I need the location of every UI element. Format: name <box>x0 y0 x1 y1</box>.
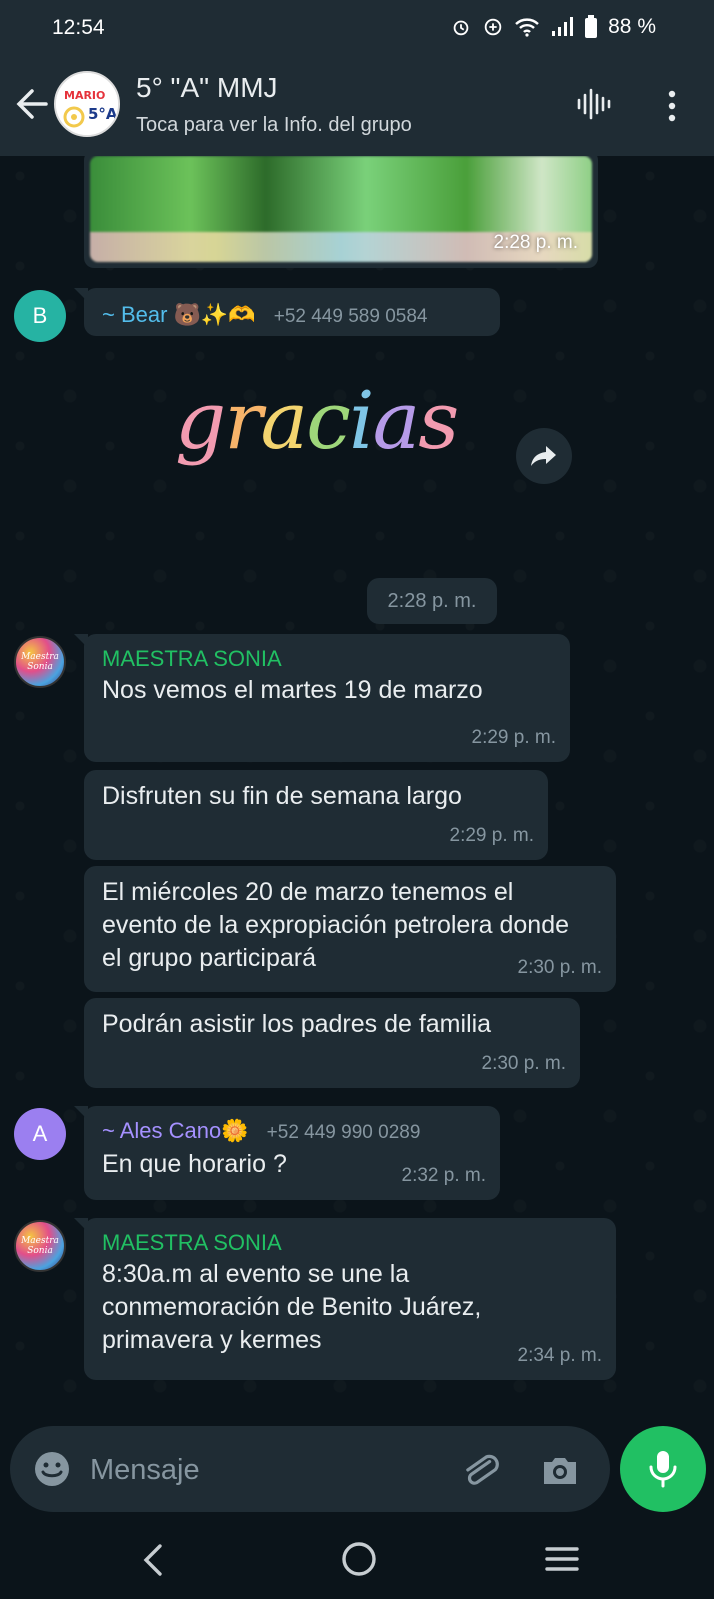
message-text: El miércoles 20 de marzo tenemos el even… <box>102 878 570 972</box>
message-bubble[interactable]: Disfruten su fin de semana largo 2:29 p.… <box>84 770 548 860</box>
message-text: 8:30a.m al evento se une la conmemoració… <box>102 1260 482 1354</box>
chat-header[interactable]: MARIO 5°A 5° "A" MMJ Toca para ver la In… <box>0 56 714 156</box>
sticker-letter: a <box>372 374 421 467</box>
sender-label-bubble[interactable]: ~ Bear 🐻✨🫶 +52 449 589 0584 <box>74 288 500 336</box>
message-text: En que horario ? <box>102 1150 287 1178</box>
mic-icon <box>649 1451 677 1488</box>
message-time: 2:29 p. m. <box>449 825 535 846</box>
back-arrow-icon[interactable] <box>14 84 50 124</box>
sender-name[interactable]: ~ Bear 🐻✨🫶 <box>102 302 256 327</box>
status-bar: 12:54 88 % <box>0 0 714 56</box>
nav-back-icon[interactable] <box>138 1542 168 1578</box>
nav-recent-icon[interactable] <box>544 1544 580 1574</box>
sender-phone: +52 449 990 0289 <box>266 1122 421 1143</box>
group-title[interactable]: 5° "A" MMJ <box>136 72 278 104</box>
message-bubble[interactable]: Podrán asistir los padres de familia 2:3… <box>84 998 580 1088</box>
group-subtitle[interactable]: Toca para ver la Info. del grupo <box>136 114 412 137</box>
message-bubble[interactable]: MAESTRA SONIA Nos vemos el martes 19 de … <box>74 634 570 762</box>
sticker-letter: i <box>348 374 375 467</box>
forward-icon <box>531 446 556 466</box>
camera-icon[interactable] <box>538 1448 582 1492</box>
message-time: 2:34 p. m. <box>517 1345 603 1366</box>
status-time: 12:54 <box>52 16 105 39</box>
message-text: Disfruten su fin de semana largo <box>102 782 462 810</box>
message-text: Podrán asistir los padres de familia <box>102 1010 492 1038</box>
sender-name[interactable]: ~ Ales Cano🌼 <box>102 1118 249 1143</box>
alarm-icon <box>453 20 469 36</box>
avatar[interactable]: A <box>14 1108 66 1160</box>
battery-icon <box>585 15 598 38</box>
gracias-sticker[interactable]: gracias <box>175 374 459 467</box>
forward-button[interactable] <box>516 428 572 484</box>
attach-clip-icon[interactable] <box>458 1448 502 1492</box>
more-vert-icon[interactable] <box>662 86 682 126</box>
message-text: Nos vemos el martes 19 de marzo <box>102 676 483 704</box>
data-saver-icon <box>484 18 502 36</box>
chat-area[interactable]: 2:28 p. m. B ~ Bear 🐻✨🫶 +52 449 589 0584 … <box>0 156 714 1418</box>
message-time: 2:28 p. m. <box>493 232 579 253</box>
message-composer <box>10 1426 610 1512</box>
avatar-letter: A <box>32 1121 48 1146</box>
message-time: 2:30 p. m. <box>517 957 603 978</box>
sender-phone: +52 449 589 0584 <box>273 306 428 327</box>
avatar[interactable]: B <box>14 290 66 342</box>
group-avatar[interactable]: MARIO 5°A <box>54 71 120 137</box>
message-time: 2:32 p. m. <box>401 1165 487 1186</box>
avatar[interactable]: Maestra Sonia <box>14 636 66 688</box>
mic-button[interactable] <box>620 1426 706 1512</box>
sender-label: ~ Ales Cano🌼 +52 449 990 0289 <box>102 1116 482 1148</box>
message-bubble[interactable]: El miércoles 20 de marzo tenemos el even… <box>84 866 616 992</box>
wifi-icon <box>515 18 539 37</box>
message-time: 2:29 p. m. <box>471 727 557 748</box>
emoji-icon[interactable] <box>32 1449 72 1489</box>
sender-name[interactable]: MAESTRA SONIA <box>102 644 552 674</box>
signal-icon <box>552 17 574 36</box>
avatar-text: Maestra Sonia <box>21 652 59 672</box>
system-nav-bar <box>0 1520 714 1599</box>
avatar-letter: B <box>32 303 48 328</box>
message-bubble[interactable]: MAESTRA SONIA 8:30a.m al evento se une l… <box>74 1218 616 1380</box>
sticker-letter: r <box>224 374 262 467</box>
message-bubble[interactable]: ~ Ales Cano🌼 +52 449 990 0289 En que hora… <box>74 1106 500 1200</box>
sender-name[interactable]: MAESTRA SONIA <box>102 1228 598 1258</box>
voice-wave-icon[interactable] <box>576 86 612 122</box>
avatar-text-top: MARIO <box>64 89 105 102</box>
avatar-text-bottom: 5°A <box>88 105 118 123</box>
sticker-letter: a <box>260 374 308 467</box>
sticker-letter: c <box>306 374 351 467</box>
nav-home-icon[interactable] <box>340 1540 378 1578</box>
message-input[interactable] <box>90 1450 420 1490</box>
group-avatar-image: MARIO 5°A <box>56 73 118 135</box>
sticker-letter: s <box>418 374 459 467</box>
avatar-text: Maestra Sonia <box>21 1236 59 1256</box>
sticker-letter: g <box>175 374 226 467</box>
sticker-time: 2:28 p. m. <box>367 578 497 624</box>
status-icons: 88 % <box>450 15 656 39</box>
avatar[interactable]: Maestra Sonia <box>14 1220 66 1272</box>
battery-percent: 88 % <box>608 15 656 38</box>
message-time: 2:30 p. m. <box>481 1053 567 1074</box>
image-message[interactable]: 2:28 p. m. <box>84 156 598 268</box>
